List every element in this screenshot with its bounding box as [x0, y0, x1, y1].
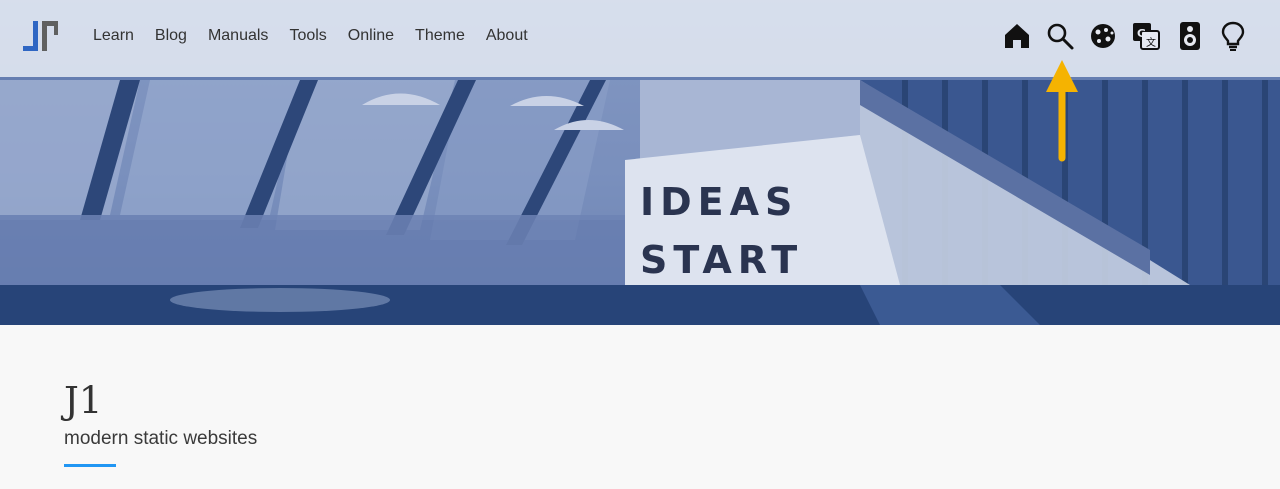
nav-link-theme[interactable]: Theme	[415, 27, 465, 45]
svg-text:文: 文	[1146, 36, 1156, 49]
page-title: J1	[64, 379, 103, 422]
title-accent-divider	[64, 464, 116, 467]
page-subtitle: modern static websites	[64, 428, 258, 449]
nav-link-online[interactable]: Online	[348, 27, 394, 45]
nav-link-about[interactable]: About	[486, 27, 528, 45]
annotation-arrow	[1046, 60, 1078, 162]
intro-section: J1 modern static websites	[64, 378, 257, 467]
svg-text:G: G	[1137, 27, 1146, 40]
top-navbar: Learn Blog Manuals Tools Online Theme Ab…	[0, 0, 1280, 77]
nav-link-tools[interactable]: Tools	[289, 27, 326, 45]
main-menu: Learn Blog Manuals Tools Online Theme Ab…	[93, 0, 528, 71]
cookie-icon[interactable]	[1088, 20, 1118, 52]
search-icon[interactable]	[1045, 20, 1075, 52]
nav-link-learn[interactable]: Learn	[93, 27, 134, 45]
home-icon[interactable]	[1002, 20, 1032, 52]
lightbulb-icon[interactable]	[1218, 20, 1248, 52]
j1-logo-icon[interactable]	[22, 17, 62, 55]
sign-text-start: START	[640, 238, 803, 282]
sign-text-ideas: IDEAS	[640, 180, 798, 224]
translate-icon[interactable]: G 文	[1131, 20, 1161, 52]
nav-link-blog[interactable]: Blog	[155, 27, 187, 45]
speaker-icon[interactable]	[1175, 20, 1205, 52]
nav-link-manuals[interactable]: Manuals	[208, 27, 268, 45]
